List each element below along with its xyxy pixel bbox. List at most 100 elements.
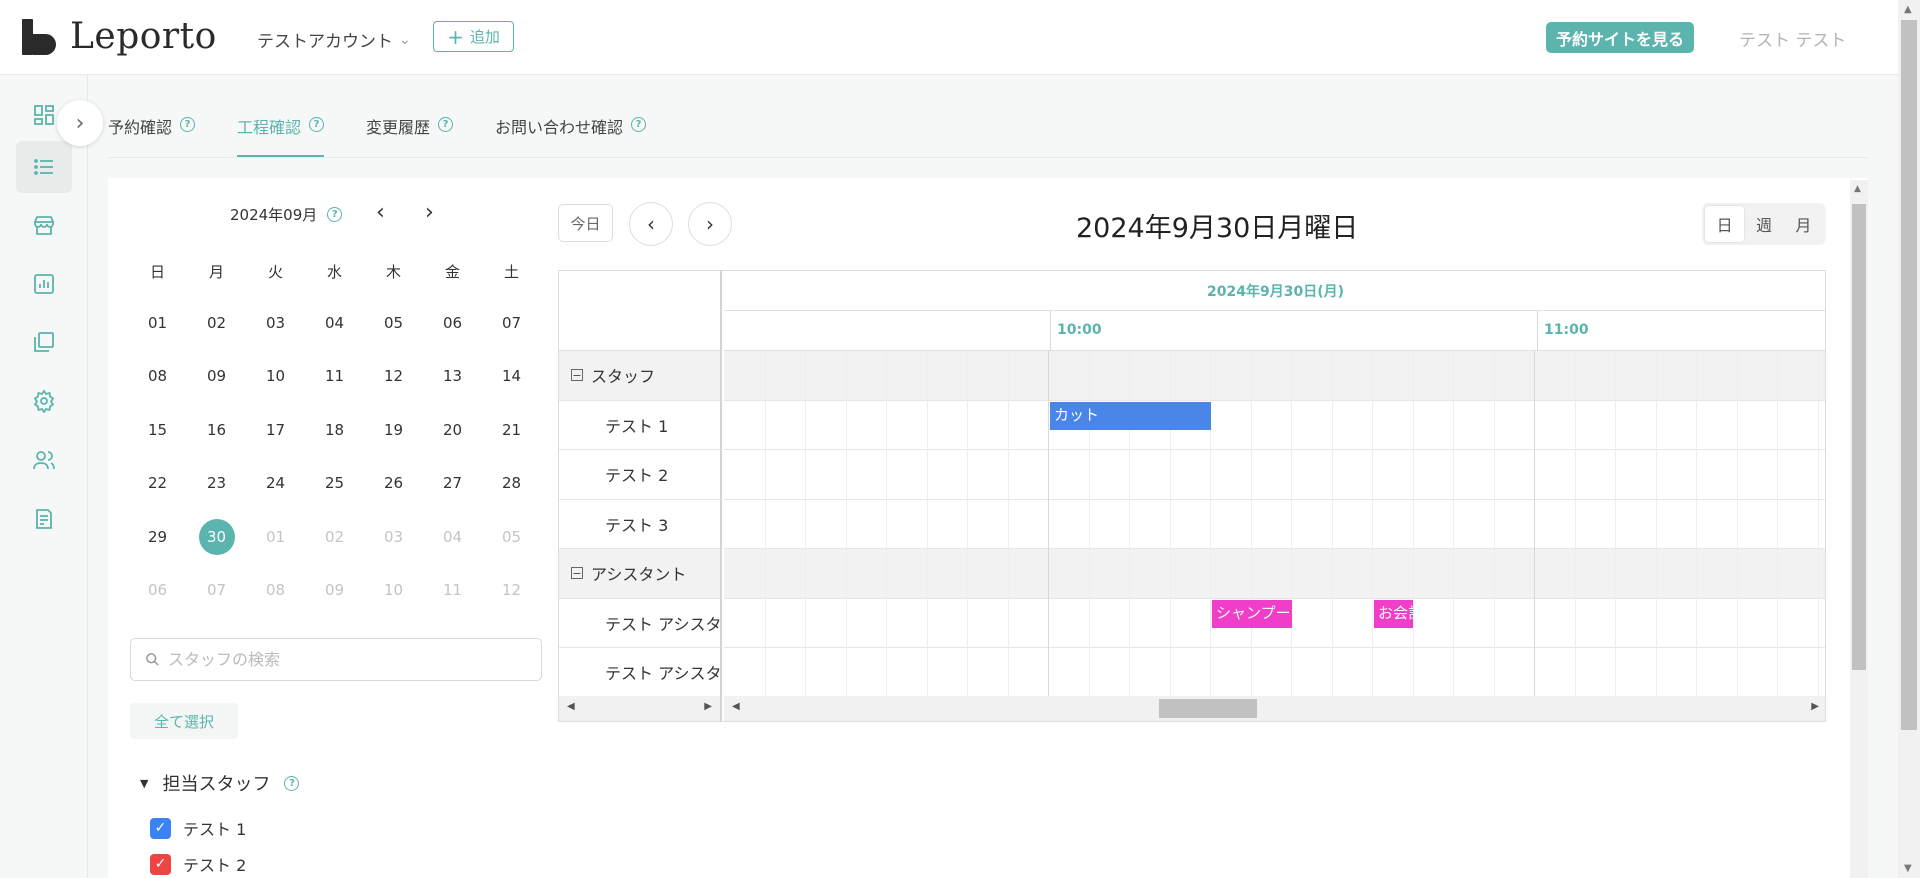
resource-hscrollbar[interactable]: ◀ ▶ [559,696,720,721]
calendar-day[interactable]: 17 [246,421,305,439]
calendar-day[interactable]: 06 [423,314,482,332]
scroll-left-icon[interactable]: ◀ [732,701,740,712]
event-cut[interactable]: カット [1050,402,1211,430]
collapse-icon[interactable]: − [571,567,583,580]
calendar-day[interactable]: 03 [246,314,305,332]
scroll-right-icon[interactable]: ▶ [704,701,712,712]
calendar-day[interactable]: 27 [423,474,482,492]
calendar-day[interactable]: 14 [482,367,541,385]
calendar-day[interactable]: 21 [482,421,541,439]
help-icon[interactable]: ? [327,207,343,222]
expand-sidebar-button[interactable]: › [57,100,103,146]
calendar-day[interactable]: 16 [187,421,246,439]
sidebar-item-list[interactable] [16,141,72,193]
help-icon[interactable]: ? [309,117,325,132]
calendar-day-next-month[interactable]: 04 [423,528,482,546]
next-day-button[interactable]: › [688,202,732,246]
calendar-day-next-month[interactable]: 12 [482,581,541,599]
sidebar-item-users[interactable] [16,434,72,486]
calendar-day[interactable]: 24 [246,474,305,492]
prev-day-button[interactable]: ‹ [629,202,673,246]
calendar-day[interactable]: 29 [128,528,187,546]
collapse-icon[interactable]: − [571,369,583,382]
calendar-day[interactable]: 04 [305,314,364,332]
calendar-day-next-month[interactable]: 10 [364,581,423,599]
calendar-day[interactable]: 26 [364,474,423,492]
add-button[interactable]: + 追加 [433,21,514,52]
calendar-day[interactable]: 09 [187,367,246,385]
tab-process[interactable]: 工程確認 ? [237,114,325,158]
staff-search-input[interactable] [168,650,528,669]
timeline-body[interactable]: カット シャンプー お会計 [724,351,1825,698]
scroll-down-icon[interactable]: ▼ [1904,863,1912,874]
timeline-row[interactable] [724,648,1825,698]
calendar-day[interactable]: 07 [482,314,541,332]
calendar-day[interactable]: 02 [187,314,246,332]
calendar-day[interactable]: 12 [364,367,423,385]
calendar-day-next-month[interactable]: 09 [305,581,364,599]
view-month-button[interactable]: 月 [1784,206,1823,242]
window-scrollbar-thumb[interactable] [1901,20,1917,730]
timeline-row[interactable] [724,500,1825,549]
view-booking-site-button[interactable]: 予約サイトを見る [1546,22,1694,53]
calendar-day[interactable]: 05 [364,314,423,332]
help-icon[interactable]: ? [631,117,647,132]
calendar-day[interactable]: 19 [364,421,423,439]
view-day-button[interactable]: 日 [1705,206,1745,242]
calendar-day[interactable]: 22 [128,474,187,492]
sidebar-item-gallery[interactable] [16,316,72,368]
calendar-day-next-month[interactable]: 08 [246,581,305,599]
scroll-up-icon[interactable]: ▲ [1854,184,1861,194]
calendar-day-next-month[interactable]: 02 [305,528,364,546]
calendar-day-next-month[interactable]: 05 [482,528,541,546]
checkbox-checked-icon[interactable]: ✓ [150,817,171,839]
timeline-hscrollbar-thumb[interactable] [1159,699,1257,718]
sidebar-item-store[interactable] [16,199,72,251]
resource-group-staff[interactable]: − スタッフ [559,351,720,401]
view-week-button[interactable]: 週 [1744,206,1783,242]
calendar-day[interactable]: 23 [187,474,246,492]
panel-scrollbar-thumb[interactable] [1852,204,1866,670]
prev-month-button[interactable]: ‹ [376,200,385,225]
calendar-day-next-month[interactable]: 01 [246,528,305,546]
calendar-day[interactable]: 13 [423,367,482,385]
calendar-day[interactable]: 01 [128,314,187,332]
help-icon[interactable]: ? [284,775,300,791]
next-month-button[interactable]: › [425,200,434,225]
scroll-up-icon[interactable]: ▲ [1904,4,1912,15]
calendar-day-next-month[interactable]: 06 [128,581,187,599]
calendar-day[interactable]: 28 [482,474,541,492]
sidebar-item-report[interactable] [16,258,72,310]
timeline-row[interactable] [724,450,1825,500]
select-all-button[interactable]: 全て選択 [130,703,238,739]
logo[interactable]: Leporto [22,16,217,57]
account-selector[interactable]: テストアカウント ⌄ [257,27,411,53]
timeline-row[interactable] [724,401,1825,450]
today-button[interactable]: 今日 [558,204,613,242]
calendar-day-next-month[interactable]: 07 [187,581,246,599]
calendar-day[interactable]: 08 [128,367,187,385]
calendar-day[interactable]: 11 [305,367,364,385]
event-checkout[interactable]: お会計 [1374,600,1413,628]
panel-scrollbar[interactable]: ▲ [1850,180,1868,878]
checkbox-checked-icon[interactable]: ✓ [150,853,171,875]
sidebar-item-documents[interactable] [16,493,72,545]
calendar-day[interactable]: 15 [128,421,187,439]
staff-filter-header[interactable]: ▼ 担当スタッフ ? [140,770,300,796]
tab-reservations[interactable]: 予約確認 ? [108,114,196,158]
staff-filter-item[interactable]: ✓ テスト 1 [150,816,246,840]
scroll-right-icon[interactable]: ▶ [1811,701,1819,712]
user-menu[interactable]: テスト テスト [1739,26,1846,51]
help-icon[interactable]: ? [438,117,454,132]
timeline-hscrollbar[interactable]: ◀ ▶ [724,696,1825,721]
calendar-day-next-month[interactable]: 11 [423,581,482,599]
scroll-left-icon[interactable]: ◀ [567,701,575,712]
staff-search[interactable] [130,638,542,681]
calendar-day-next-month[interactable]: 03 [364,528,423,546]
window-scrollbar[interactable]: ▲ ▼ [1898,0,1920,878]
calendar-day[interactable]: 25 [305,474,364,492]
sidebar-item-settings[interactable] [16,375,72,427]
event-shampoo[interactable]: シャンプー [1212,600,1292,628]
help-icon[interactable]: ? [180,117,196,132]
calendar-day[interactable]: 18 [305,421,364,439]
